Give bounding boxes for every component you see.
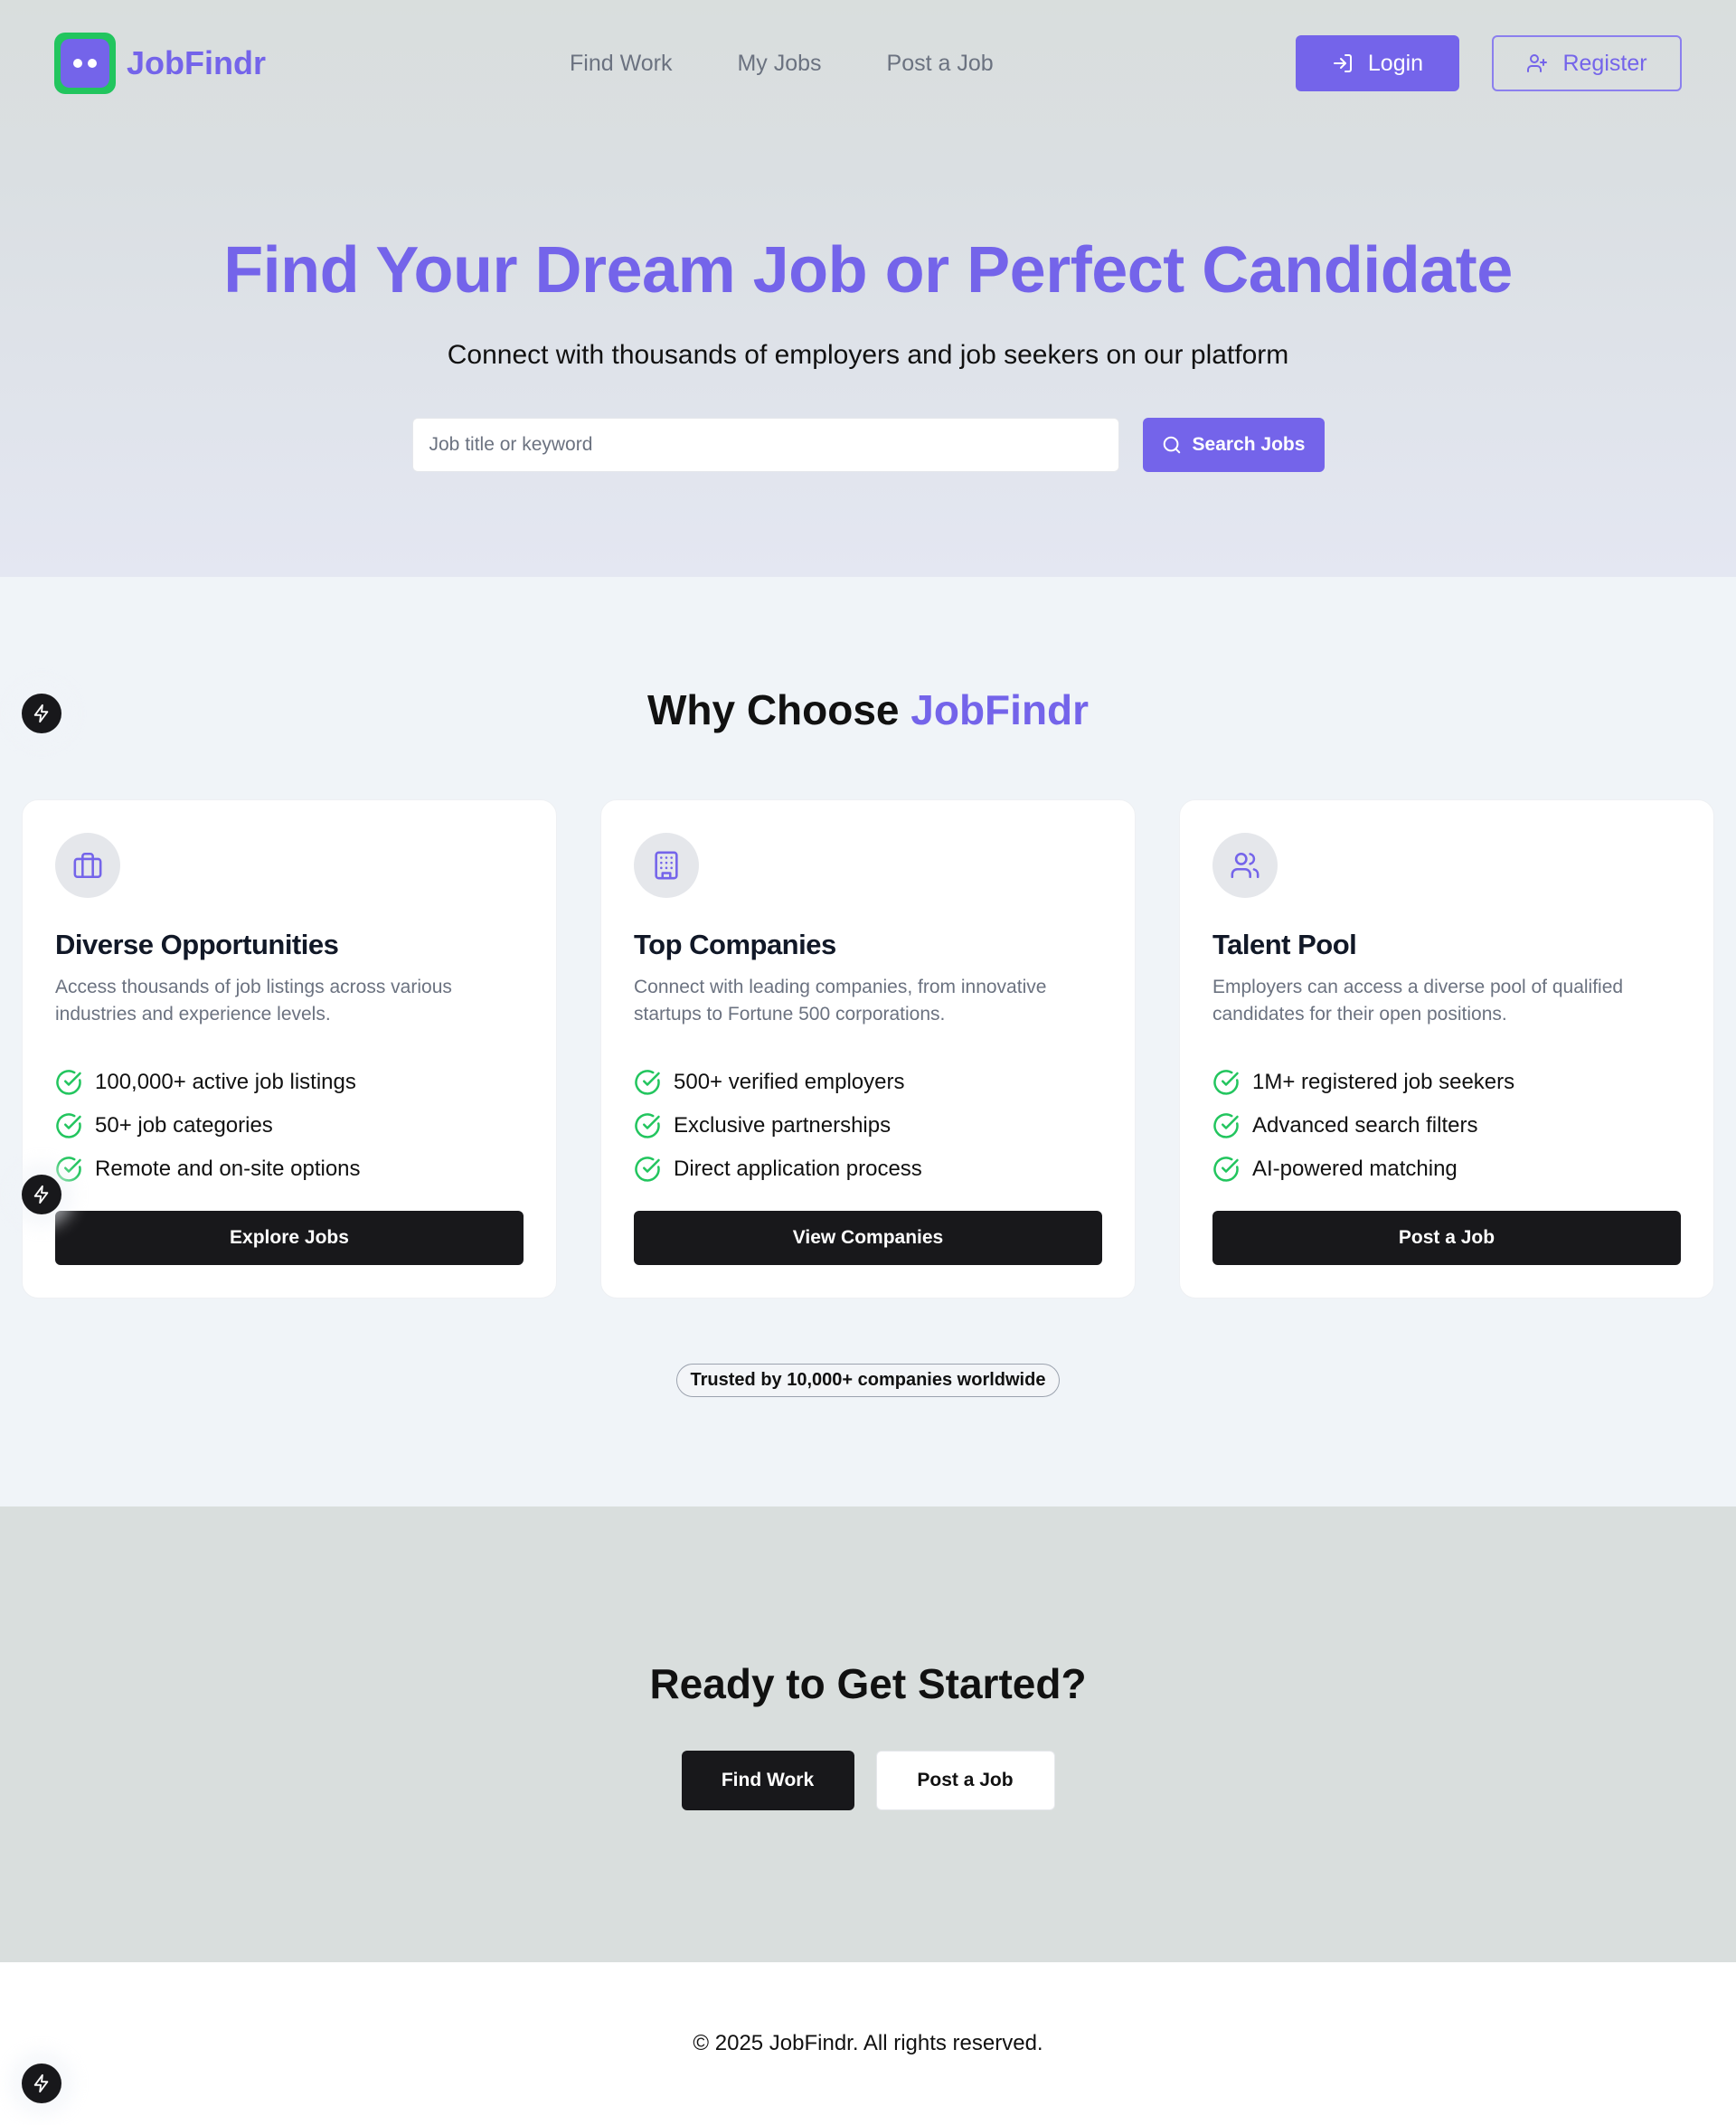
card-description: Connect with leading companies, from inn… (634, 977, 1047, 1025)
list-item: 1M+ registered job seekers (1212, 1061, 1681, 1104)
card-feature-list: 500+ verified employers Exclusive partne… (634, 1061, 1102, 1191)
check-circle-icon (1213, 1070, 1239, 1095)
list-item-text: AI-powered matching (1252, 1157, 1458, 1181)
list-item-text: Advanced search filters (1252, 1113, 1478, 1138)
search-jobs-button[interactable]: Search Jobs (1142, 418, 1325, 472)
list-item-text: 500+ verified employers (674, 1070, 905, 1094)
list-item: Advanced search filters (1212, 1104, 1681, 1148)
search-input[interactable] (411, 418, 1119, 472)
features-heading-accent: JobFindr (910, 686, 1090, 733)
feature-card-top-companies: Top Companies Connect with leading compa… (600, 799, 1136, 1299)
feature-cards: Diverse Opportunities Access thousands o… (22, 799, 1714, 1299)
features-section: Why Choose JobFindr Diverse Opportunitie… (0, 577, 1736, 1506)
nav-link-find-work[interactable]: Find Work (570, 51, 672, 77)
login-button[interactable]: Login (1296, 35, 1459, 91)
bolt-icon[interactable] (22, 1175, 61, 1214)
user-plus-icon (1527, 54, 1548, 72)
copyright-text: © 2025 JobFindr. All rights reserved. (693, 2031, 1043, 2055)
list-item: Remote and on-site options (55, 1148, 524, 1191)
cta-section: Ready to Get Started? Find Work Post a J… (0, 1506, 1736, 1962)
logo-icon (54, 33, 116, 94)
login-icon (1333, 54, 1352, 72)
list-item-text: 50+ job categories (95, 1113, 273, 1138)
trust-badge: Trusted by 10,000+ companies worldwide (675, 1364, 1061, 1397)
check-circle-icon (635, 1070, 660, 1095)
post-a-job-button[interactable]: Post a Job (875, 1751, 1055, 1810)
view-companies-button[interactable]: View Companies (634, 1211, 1102, 1265)
list-item-text: Exclusive partnerships (674, 1113, 892, 1138)
login-label: Login (1367, 50, 1424, 76)
find-work-button[interactable]: Find Work (681, 1751, 854, 1810)
nav-links: Find Work My Jobs Post a Job (570, 0, 994, 127)
list-item-text: 1M+ registered job seekers (1252, 1070, 1515, 1094)
card-feature-list: 1M+ registered job seekers Advanced sear… (1212, 1061, 1681, 1191)
building-icon (634, 833, 699, 898)
cta-buttons: Find Work Post a Job (0, 1751, 1736, 1810)
search-jobs-label: Search Jobs (1192, 434, 1306, 455)
check-circle-icon (56, 1070, 81, 1095)
list-item: Exclusive partnerships (634, 1104, 1102, 1148)
explore-jobs-button[interactable]: Explore Jobs (55, 1211, 524, 1265)
bolt-icon[interactable] (22, 2064, 61, 2103)
check-circle-icon (635, 1113, 660, 1138)
card-description: Employers can access a diverse pool of q… (1212, 977, 1624, 1025)
feature-card-diverse-opportunities: Diverse Opportunities Access thousands o… (22, 799, 557, 1299)
check-circle-icon (56, 1113, 81, 1138)
users-icon (1212, 833, 1278, 898)
card-title: Top Companies (634, 929, 836, 960)
list-item: 100,000+ active job listings (55, 1061, 524, 1104)
nav-actions: Login Register (1296, 35, 1682, 91)
check-circle-icon (1213, 1113, 1239, 1138)
cta-title: Ready to Get Started? (649, 1660, 1087, 1707)
list-item-text: 100,000+ active job listings (95, 1070, 356, 1094)
features-heading: Why Choose JobFindr (0, 685, 1736, 734)
hero-section: JobFindr Find Work My Jobs Post a Job Lo… (0, 0, 1736, 577)
search-icon (1163, 436, 1180, 454)
briefcase-icon (55, 833, 120, 898)
search-bar: Search Jobs (0, 418, 1736, 472)
navbar: JobFindr Find Work My Jobs Post a Job Lo… (0, 0, 1736, 127)
card-title: Talent Pool (1212, 929, 1357, 960)
list-item: Direct application process (634, 1148, 1102, 1191)
list-item-text: Direct application process (674, 1157, 922, 1181)
logo-text: JobFindr (127, 44, 266, 81)
bolt-icon[interactable] (22, 694, 61, 733)
nav-link-my-jobs[interactable]: My Jobs (737, 51, 821, 77)
check-circle-icon (56, 1157, 81, 1182)
register-label: Register (1562, 50, 1647, 76)
post-a-job-card-button[interactable]: Post a Job (1212, 1211, 1681, 1265)
list-item: 500+ verified employers (634, 1061, 1102, 1104)
check-circle-icon (1213, 1157, 1239, 1182)
list-item: 50+ job categories (55, 1104, 524, 1148)
register-button[interactable]: Register (1492, 35, 1682, 91)
hero-content: Find Your Dream Job or Perfect Candidate… (0, 127, 1736, 472)
features-heading-prefix: Why Choose (646, 686, 900, 733)
feature-card-talent-pool: Talent Pool Employers can access a diver… (1179, 799, 1714, 1299)
card-feature-list: 100,000+ active job listings 50+ job cat… (55, 1061, 524, 1191)
card-description: Access thousands of job listings across … (55, 977, 452, 1025)
footer: © 2025 JobFindr. All rights reserved. (0, 1962, 1736, 2125)
logo[interactable]: JobFindr (54, 33, 266, 94)
hero-subtitle: Connect with thousands of employers and … (447, 340, 1289, 370)
list-item: AI-powered matching (1212, 1148, 1681, 1191)
hero-title: Find Your Dream Job or Perfect Candidate (223, 234, 1513, 307)
check-circle-icon (635, 1157, 660, 1182)
card-title: Diverse Opportunities (55, 929, 339, 960)
nav-link-post-a-job[interactable]: Post a Job (887, 51, 994, 77)
trust-badge-row: Trusted by 10,000+ companies worldwide (0, 1364, 1736, 1397)
list-item-text: Remote and on-site options (95, 1157, 361, 1181)
